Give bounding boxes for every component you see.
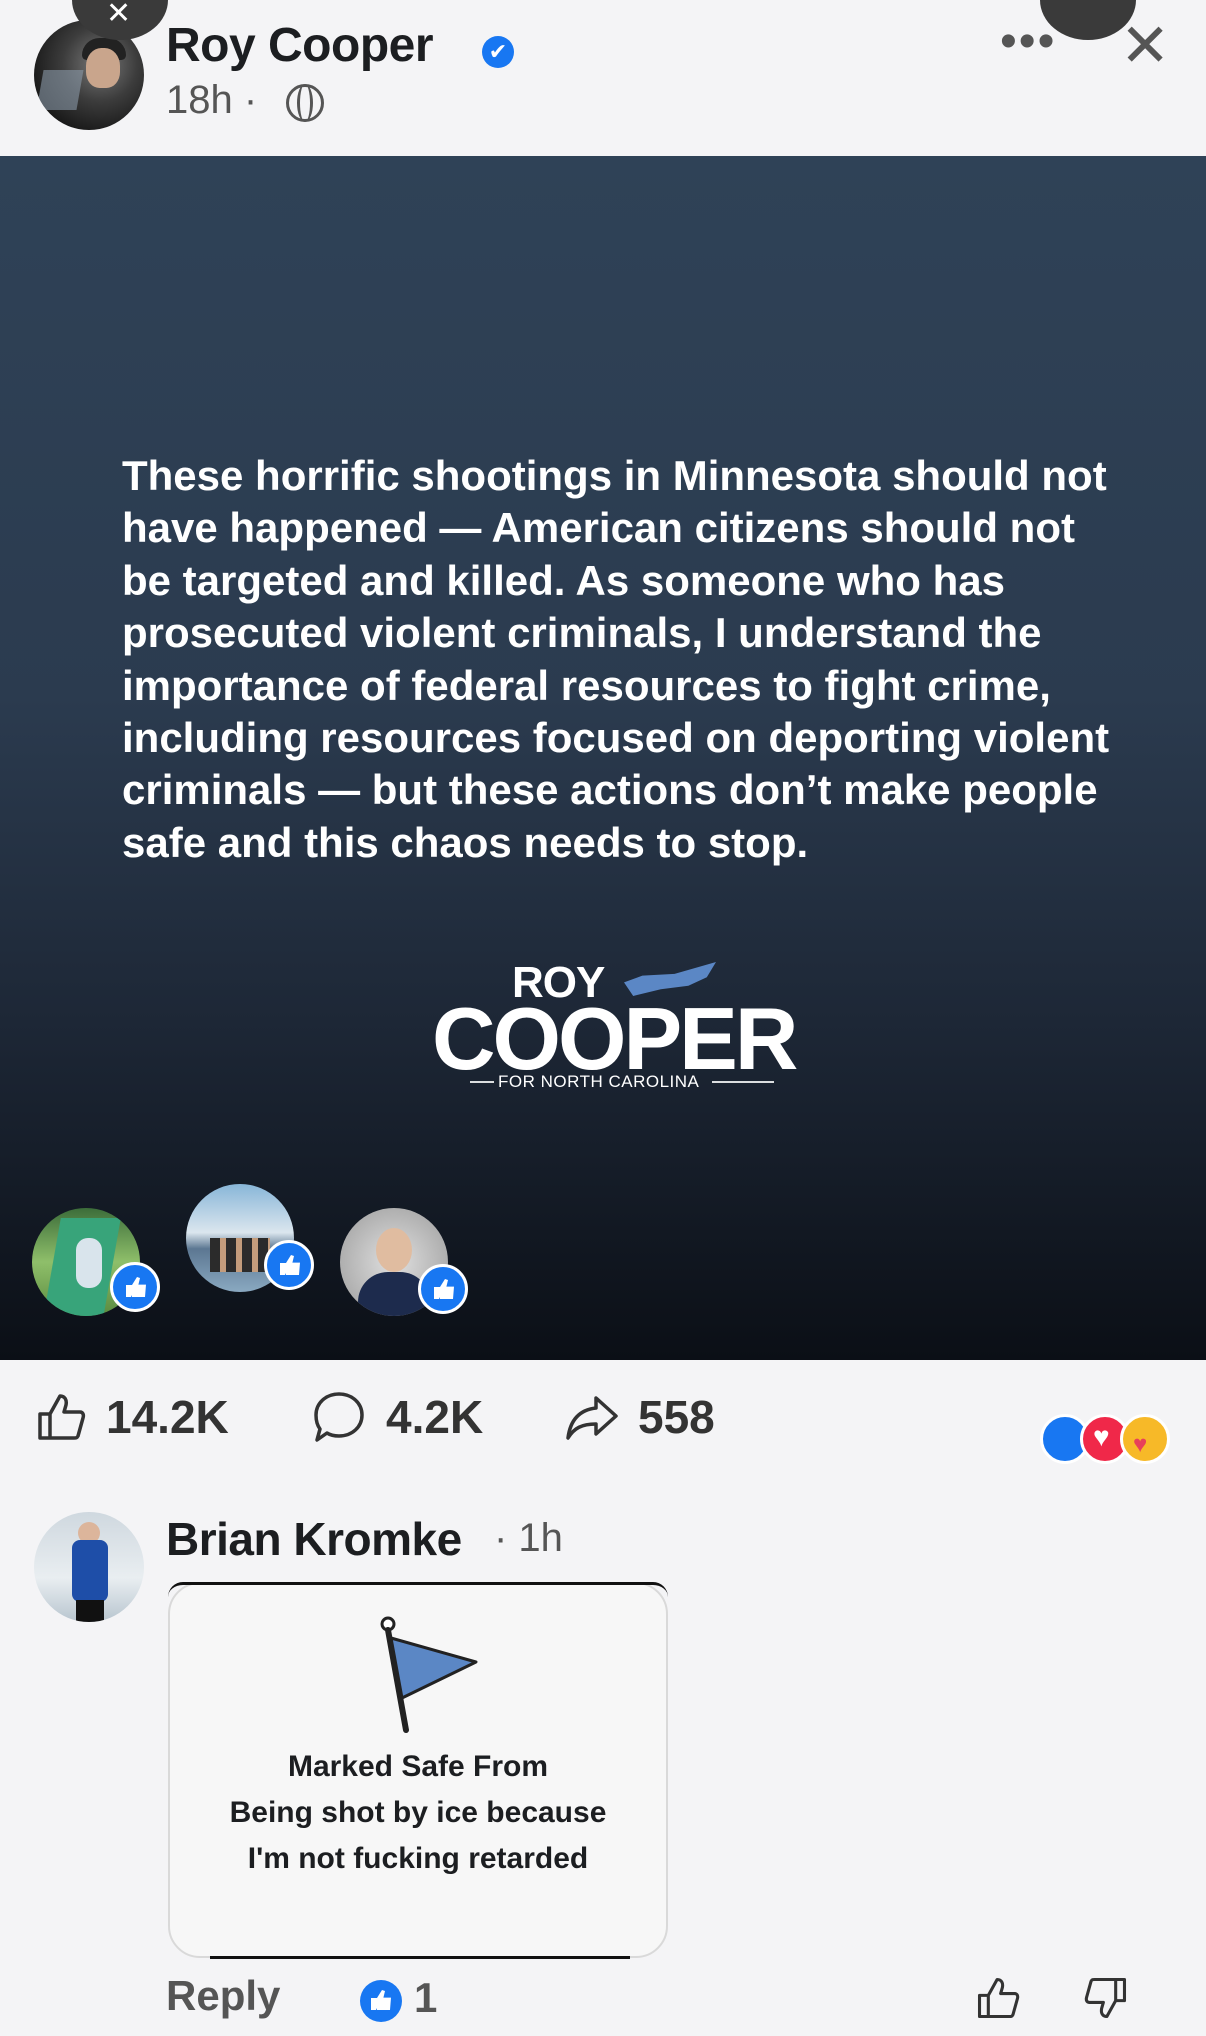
like-badge-icon: [264, 1240, 314, 1290]
avatar-jersey: [72, 1540, 108, 1602]
post-quote-text: These horrific shootings in Minnesota sh…: [122, 452, 1110, 866]
comment-like-badge-icon: [360, 1980, 402, 2022]
like-badge-icon: [110, 1262, 160, 1312]
like-icon[interactable]: [36, 1392, 86, 1442]
globe-icon: [286, 84, 324, 122]
like-count[interactable]: 14.2K: [106, 1390, 229, 1444]
share-count[interactable]: 558: [638, 1390, 715, 1444]
avatar-face: [376, 1228, 412, 1272]
comment-icon[interactable]: [312, 1390, 366, 1444]
comment-card-line-1: Marked Safe From: [287, 1750, 549, 1783]
logo-divider-left: [470, 1081, 494, 1083]
verified-badge-icon: ✔: [482, 36, 514, 68]
author-name[interactable]: Roy Cooper: [166, 18, 434, 73]
like-badge-icon: [418, 1264, 468, 1314]
logo-divider-right: [712, 1081, 774, 1083]
avatar-legs: [76, 1600, 104, 1622]
comment-timestamp[interactable]: · 1h: [494, 1516, 563, 1561]
comment-card-line-2: Being shot by ice because: [229, 1796, 607, 1829]
reply-button[interactable]: Reply: [166, 1972, 280, 2020]
more-options-icon[interactable]: •••: [1000, 18, 1056, 66]
care-reaction-icon[interactable]: [1120, 1414, 1170, 1464]
avatar-face: [86, 48, 120, 88]
flag-icon: [380, 1616, 478, 1733]
avatar-child: [76, 1238, 102, 1288]
commenter-name[interactable]: Brian Kromke: [166, 1512, 462, 1566]
post-timestamp[interactable]: 18h ·: [166, 78, 257, 123]
logo-tagline: FOR NORTH CAROLINA: [498, 1072, 700, 1091]
thumb-down-icon[interactable]: [1084, 1976, 1128, 2020]
share-icon[interactable]: [564, 1394, 620, 1442]
comment-count[interactable]: 4.2K: [386, 1390, 483, 1444]
post-image[interactable]: These horrific shootings in Minnesota sh…: [0, 156, 1206, 1360]
comment-like-count[interactable]: 1: [414, 1974, 437, 2022]
thumb-up-icon[interactable]: [976, 1976, 1020, 2020]
commenter-avatar[interactable]: [34, 1512, 144, 1622]
close-icon[interactable]: ✕: [1120, 16, 1170, 76]
avatar-cockpit-window: [36, 70, 84, 110]
avatar-people: [210, 1238, 270, 1272]
post-header: Roy Cooper ✔ 18h · ••• ✕: [0, 0, 1206, 156]
comment-card-line-3: I'm not fucking retarded: [247, 1842, 589, 1875]
